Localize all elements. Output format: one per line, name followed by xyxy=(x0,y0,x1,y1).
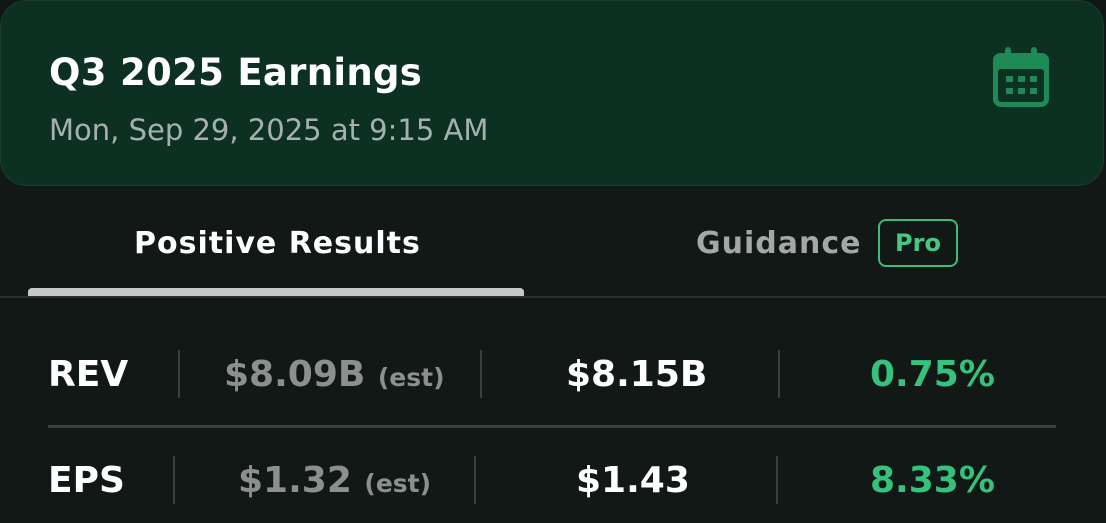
earnings-title: Q3 2025 Earnings xyxy=(49,51,423,94)
pro-badge[interactable]: Pro xyxy=(878,219,958,267)
column-divider xyxy=(474,456,476,504)
calendar-icon[interactable] xyxy=(991,45,1051,109)
metric-label: REV xyxy=(48,354,129,395)
active-tab-indicator xyxy=(28,288,524,296)
metric-row-eps: EPS $1.32 (est) $1.43 8.33% xyxy=(0,456,1106,516)
actual-value: $8.15B xyxy=(566,354,708,395)
estimate-value: $1.32 (est) xyxy=(238,460,431,501)
surprise-percent: 0.75% xyxy=(870,354,995,395)
column-divider xyxy=(178,350,180,398)
earnings-card: Q3 2025 Earnings Mon, Sep 29, 2025 at 9:… xyxy=(0,0,1106,523)
column-divider xyxy=(480,350,482,398)
estimate-amount: $1.32 xyxy=(238,460,352,501)
metric-row-rev: REV $8.09B (est) $8.15B 0.75% xyxy=(0,350,1106,410)
tabs-divider xyxy=(0,296,1106,298)
tab-guidance[interactable]: Guidance xyxy=(696,226,861,261)
estimate-suffix: (est) xyxy=(364,469,432,498)
row-divider xyxy=(48,425,1056,428)
column-divider xyxy=(173,456,175,504)
estimate-value: $8.09B (est) xyxy=(224,354,445,395)
estimate-suffix: (est) xyxy=(377,363,445,392)
metric-label: EPS xyxy=(48,460,125,501)
earnings-datetime: Mon, Sep 29, 2025 at 9:15 AM xyxy=(49,113,489,147)
column-divider xyxy=(776,456,778,504)
actual-value: $1.43 xyxy=(576,460,690,501)
tab-positive-results[interactable]: Positive Results xyxy=(134,226,421,261)
surprise-percent: 8.33% xyxy=(870,460,995,501)
estimate-amount: $8.09B xyxy=(224,354,366,395)
earnings-header: Q3 2025 Earnings Mon, Sep 29, 2025 at 9:… xyxy=(0,0,1104,186)
column-divider xyxy=(778,350,780,398)
